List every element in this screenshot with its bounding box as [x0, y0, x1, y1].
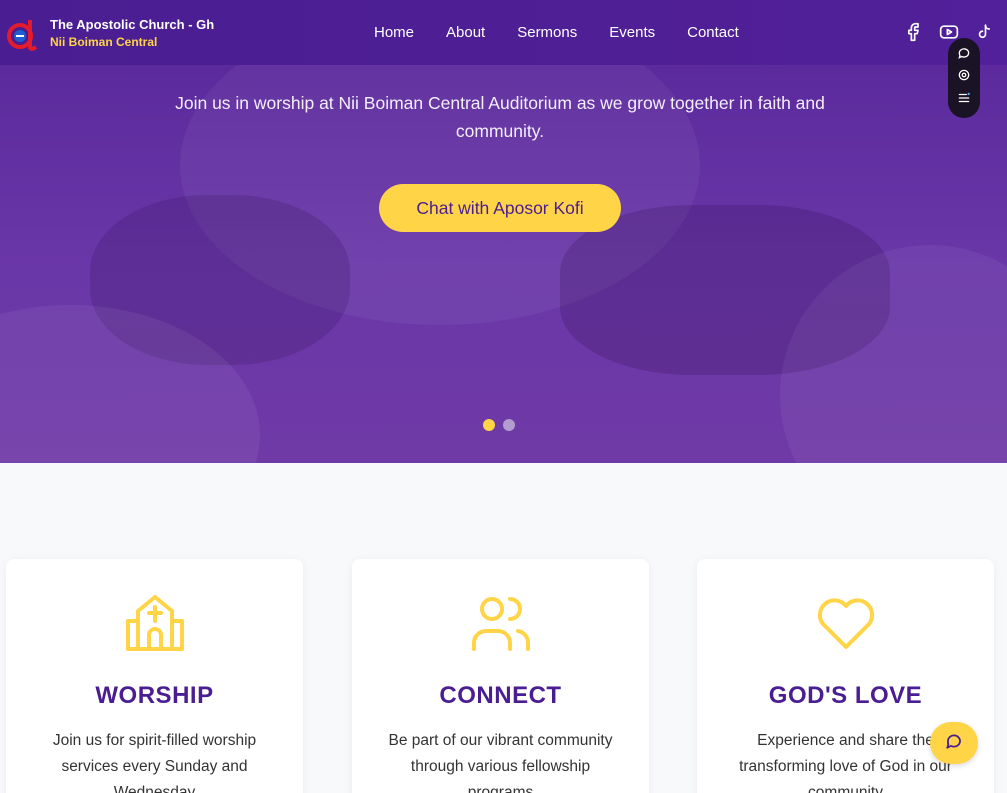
nav-about[interactable]: About	[446, 24, 485, 41]
church-logo	[6, 14, 44, 52]
chat-bubble-icon	[945, 732, 963, 755]
floating-toolbar	[948, 38, 980, 118]
church-icon	[124, 593, 186, 658]
menu-list-icon[interactable]	[957, 91, 971, 110]
heart-icon	[815, 593, 877, 658]
slider-dots	[483, 419, 515, 431]
card-title: GOD'S LOVE	[768, 682, 923, 709]
brand-title: The Apostolic Church - Gh	[50, 16, 215, 32]
card-text: Be part of our vibrant community through…	[388, 732, 613, 793]
card-text: Join us for spirit-filled worship servic…	[52, 732, 257, 793]
feature-card-connect: CONNECT Be part of our vibrant community…	[352, 559, 649, 793]
card-title: WORSHIP	[95, 682, 214, 709]
card-text: Experience and share the transforming lo…	[739, 732, 952, 793]
card-title: CONNECT	[439, 682, 562, 709]
chat-fab-button[interactable]	[930, 722, 978, 764]
hero-text-wrap: Join us in worship at Nii Boiman Central…	[0, 89, 1000, 145]
brand-subtitle: Nii Boiman Central	[50, 34, 158, 49]
hero-text: Join us in worship at Nii Boiman Central…	[175, 93, 825, 141]
hero-slider: Join us in worship at Nii Boiman Central…	[0, 65, 1007, 463]
slider-dot-1[interactable]	[483, 419, 495, 431]
nav-sermons[interactable]: Sermons	[517, 24, 577, 41]
comment-icon[interactable]	[957, 46, 971, 65]
nav-contact[interactable]: Contact	[687, 24, 739, 41]
users-icon	[470, 593, 532, 658]
nav-home[interactable]: Home	[374, 24, 414, 41]
view-icon[interactable]	[957, 68, 971, 87]
slider-dot-2[interactable]	[503, 419, 515, 431]
feature-card-worship: WORSHIP Join us for spirit-filled worshi…	[6, 559, 303, 793]
tiktok-icon[interactable]	[975, 23, 993, 41]
chat-cta-button[interactable]: Chat with Aposor Kofi	[379, 184, 621, 232]
site-header: The Apostolic Church - Gh Nii Boiman Cen…	[0, 0, 1007, 65]
facebook-icon[interactable]	[903, 22, 923, 42]
social-links	[903, 22, 993, 42]
nav-events[interactable]: Events	[609, 24, 655, 41]
main-nav: Home About Sermons Events Contact	[374, 24, 771, 41]
brand[interactable]: The Apostolic Church - Gh Nii Boiman Cen…	[6, 14, 214, 52]
